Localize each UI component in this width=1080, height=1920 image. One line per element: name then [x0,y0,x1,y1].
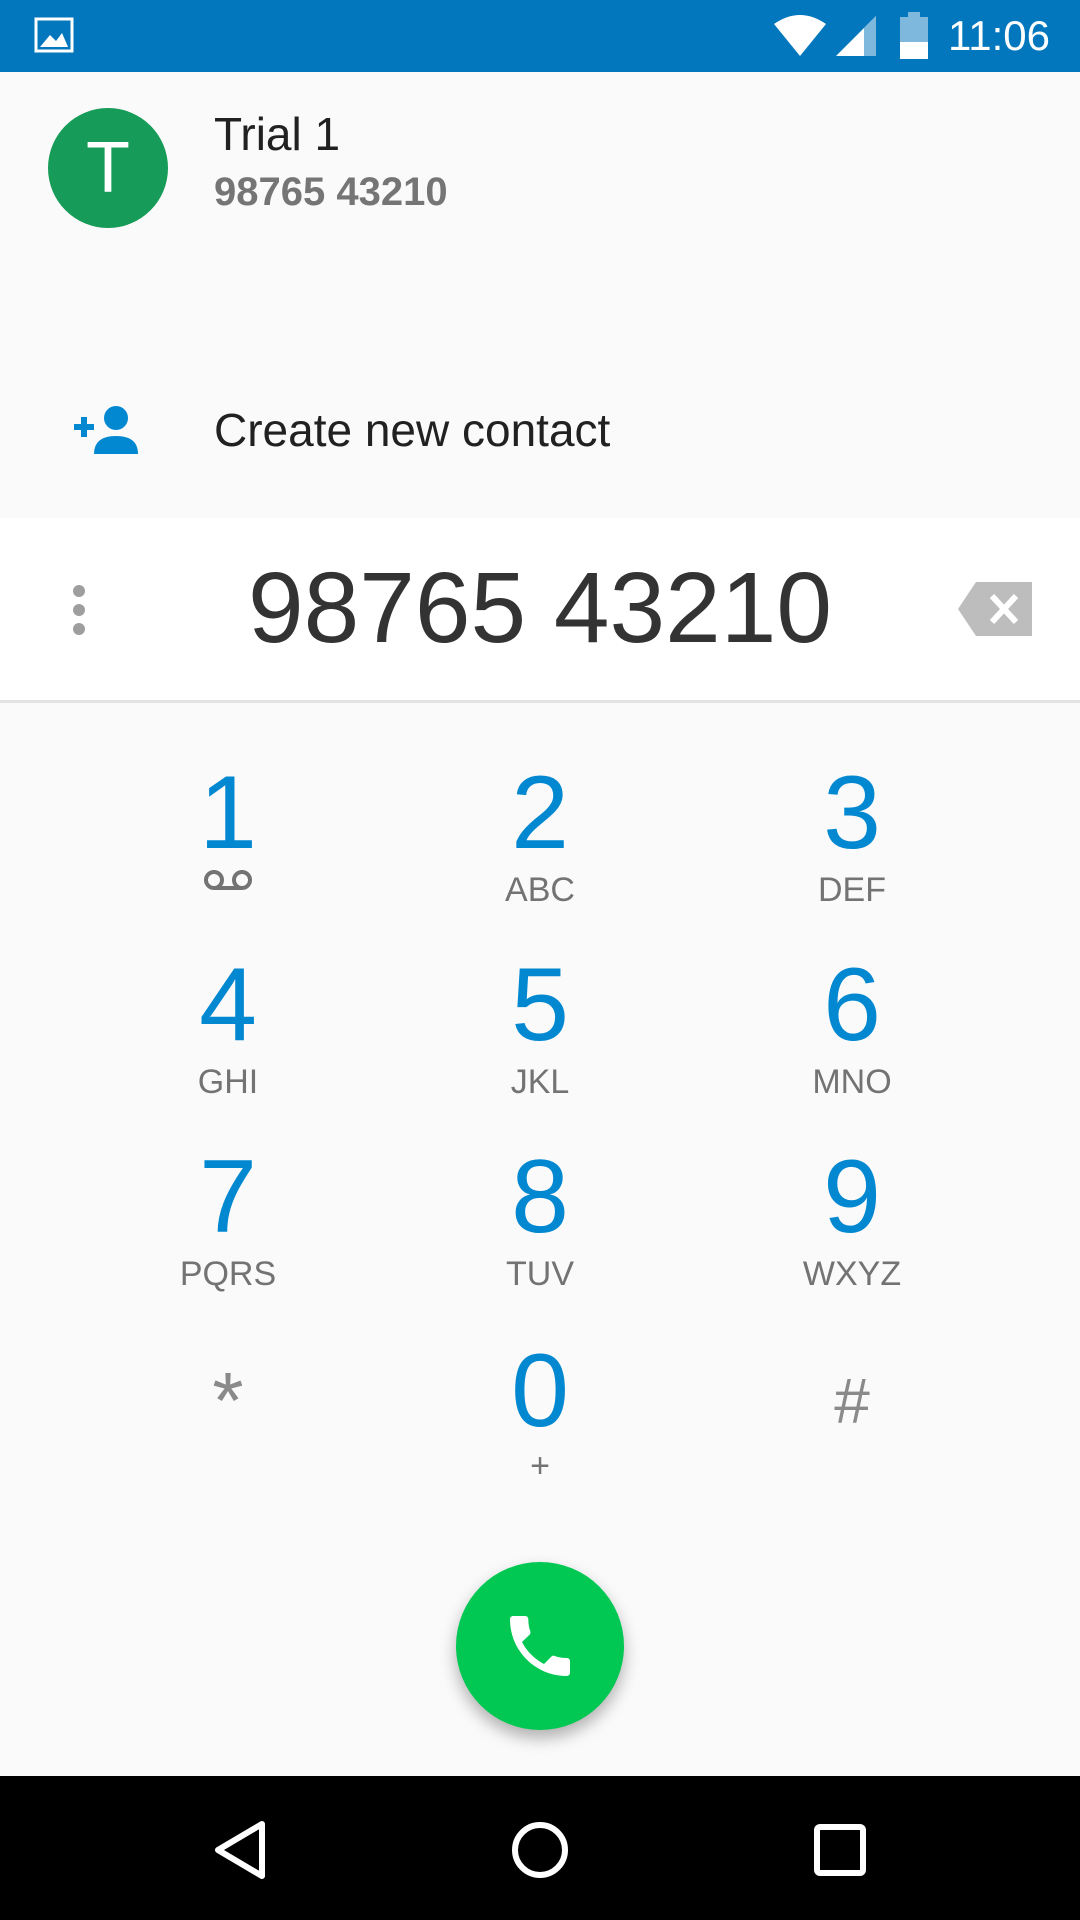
key-letters: MNO [812,1063,892,1101]
key-digit: 3 [823,755,881,871]
key-digit: 1 [199,755,257,871]
signal-icon [836,16,876,56]
digits-field-row: 98765 43210 [0,518,1080,703]
contact-avatar: T [48,108,168,228]
dial-key-4[interactable]: 4 GHI [98,950,358,1130]
dial-key-5[interactable]: 5 JKL [410,950,670,1130]
key-digit: 7 [199,1139,257,1255]
dial-key-hash[interactable]: # [722,1336,982,1516]
dial-key-6[interactable]: 6 MNO [722,950,982,1130]
contact-number: 98765 43210 [214,170,448,214]
key-letters: JKL [510,1063,570,1101]
create-new-contact-row[interactable]: Create new contact [0,312,1080,462]
dial-key-0[interactable]: 0 + [410,1336,670,1516]
wifi-icon [774,15,826,56]
key-digit: 8 [511,1139,569,1255]
home-icon[interactable] [510,1820,570,1880]
dial-key-1[interactable]: 1 [98,758,358,938]
key-digit: 0 [511,1333,569,1449]
navigation-bar [0,1776,1080,1920]
voicemail-icon [204,870,252,890]
backspace-icon[interactable] [958,582,1032,636]
key-digit: 6 [823,947,881,1063]
contact-name: Trial 1 [214,108,341,160]
battery-icon [900,12,928,59]
back-icon[interactable] [212,1820,268,1880]
add-person-icon [74,406,138,454]
dial-key-2[interactable]: 2 ABC [410,758,670,938]
create-new-contact-label: Create new contact [214,404,611,456]
key-letters: TUV [506,1255,574,1293]
key-digit: 4 [199,947,257,1063]
contact-suggestions: T Trial 1 98765 43210 Create new contact [0,72,1080,590]
key-digit: 9 [823,1139,881,1255]
phone-icon [510,1616,570,1676]
dial-key-9[interactable]: 9 WXYZ [722,1142,982,1322]
call-button[interactable] [456,1562,624,1730]
key-letters: PQRS [179,1255,277,1293]
status-bar: 11:06 [0,0,1080,72]
key-letters: ABC [505,871,575,909]
key-symbol: # [834,1365,870,1437]
key-letters: GHI [197,1063,259,1101]
dial-key-3[interactable]: 3 DEF [722,758,982,938]
dial-key-8[interactable]: 8 TUV [410,1142,670,1322]
suggested-contact-row[interactable]: T Trial 1 98765 43210 [0,72,1080,262]
dial-key-7[interactable]: 7 PQRS [98,1142,358,1322]
key-letters: WXYZ [802,1255,902,1293]
key-letters: DEF [818,871,886,909]
key-digit: 5 [511,947,569,1063]
key-digit: 2 [511,755,569,871]
dialed-number-field[interactable]: 98765 43210 [140,548,940,668]
key-letters: + [530,1447,550,1485]
overflow-menu-icon[interactable] [72,584,86,636]
key-symbol: * [212,1356,244,1445]
gallery-icon [34,17,74,53]
recents-icon[interactable] [814,1824,866,1876]
status-time: 11:06 [948,12,1050,59]
dial-key-star[interactable]: * [98,1336,358,1516]
